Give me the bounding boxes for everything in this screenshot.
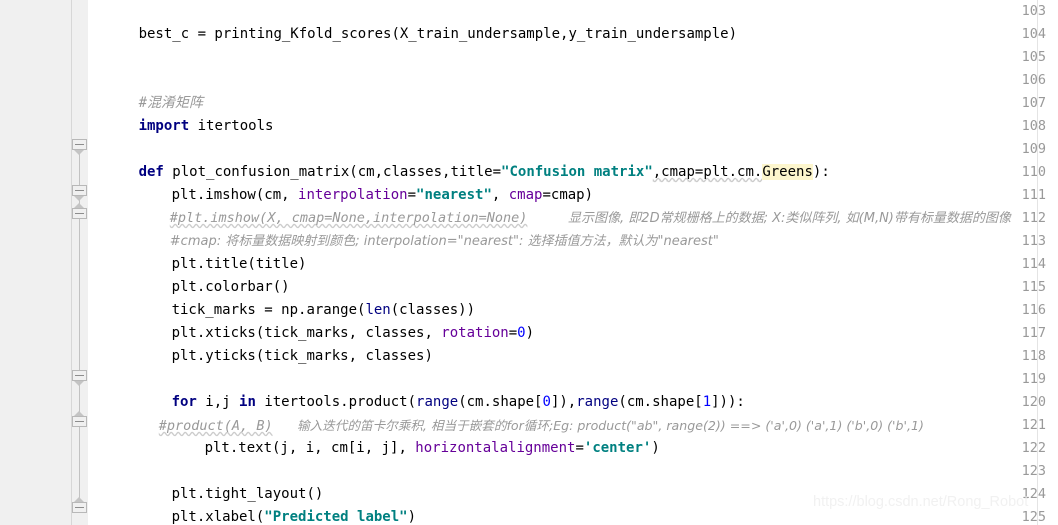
code-editor[interactable]: 103 104 105 106 107 108 109 110 111 112 … [0, 0, 1058, 525]
watermark-text: https://blog.csdn.net/Rong_Robot [813, 494, 1029, 510]
code-token: = [508, 325, 518, 341]
code-token: = [575, 440, 584, 456]
fold-arrow-down-icon [74, 196, 84, 201]
fold-marker-for-body-end[interactable] [72, 416, 87, 427]
fold-marker-comment-start[interactable] [72, 185, 87, 196]
code-line-111[interactable]: #plt.imshow(X, cmap=None,interpolation=N… [121, 184, 1011, 226]
kwarg-token: horizontalalignment [415, 440, 576, 456]
code-token: plt.text(j, i, cm[i, j], [204, 440, 416, 456]
code-token: plt.yticks(tick_marks, classes) [171, 348, 433, 364]
code-line-112[interactable]: #cmap: 将标量数据映射到颜色; interpolation="neares… [121, 207, 719, 249]
code-folding-strip[interactable] [72, 0, 88, 525]
code-token: itertools [189, 118, 274, 134]
fold-marker-def-end[interactable] [72, 502, 87, 513]
code-line-115[interactable]: tick_marks = np.arange(len(classes)) [121, 276, 475, 318]
code-line-107[interactable]: import itertools [88, 92, 274, 134]
code-line-120[interactable]: #product(A, B) 输入迭代的笛卡尔乘积, 相当于嵌套的for循环;E… [110, 391, 924, 434]
code-line-123[interactable]: plt.tight_layout() [121, 460, 324, 502]
code-line-117[interactable]: plt.yticks(tick_marks, classes) [121, 322, 433, 364]
code-line-116[interactable]: plt.xticks(tick_marks, classes, rotation… [121, 299, 534, 341]
code-line-124[interactable]: plt.xlabel("Predicted label") [121, 483, 416, 525]
code-token: ) [407, 509, 417, 525]
line-number-gutter [0, 0, 72, 525]
highlighted-token: Greens [762, 164, 813, 180]
string-token: 'center' [583, 440, 652, 456]
code-line-106[interactable]: #混淆矩阵 [88, 69, 203, 111]
fold-connector-line [79, 219, 80, 371]
kwarg-token: rotation [441, 325, 509, 341]
fold-connector-line [79, 150, 80, 188]
code-token: ) [525, 325, 535, 341]
fold-marker-comment-end[interactable] [72, 208, 87, 219]
fold-arrow-down-icon [74, 150, 84, 155]
fold-marker-for-loop[interactable] [72, 370, 87, 381]
keyword-token: import [138, 118, 190, 134]
code-token: ) [651, 440, 660, 456]
code-token: best_c = printing_Kfold_scores(X_train_u… [138, 26, 738, 42]
code-line-114[interactable]: plt.colorbar() [121, 253, 290, 295]
fold-connector-line [79, 427, 80, 502]
code-token: ,cmap=plt.cm. [652, 164, 763, 180]
code-line-110[interactable]: plt.imshow(cm, interpolation="nearest", … [121, 161, 593, 203]
code-line-119[interactable]: for i,j in itertools.product(range(cm.sh… [121, 368, 745, 410]
right-margin-guide [1037, 0, 1038, 525]
code-content[interactable]: best_c = printing_Kfold_scores(X_train_u… [88, 0, 1058, 525]
code-line-103[interactable]: best_c = printing_Kfold_scores(X_train_u… [88, 0, 737, 42]
code-line-113[interactable]: plt.title(title) [121, 230, 307, 272]
code-line-125[interactable]: plt.ylabel("True label") [121, 506, 374, 525]
code-token: ): [812, 164, 830, 180]
number-token: 0 [517, 325, 526, 341]
code-line-109[interactable]: def plot_confusion_matrix(cm,classes,tit… [88, 138, 830, 180]
fold-marker-def[interactable] [72, 139, 87, 150]
code-line-121[interactable]: plt.text(j, i, cm[i, j], horizontalalign… [154, 414, 660, 456]
